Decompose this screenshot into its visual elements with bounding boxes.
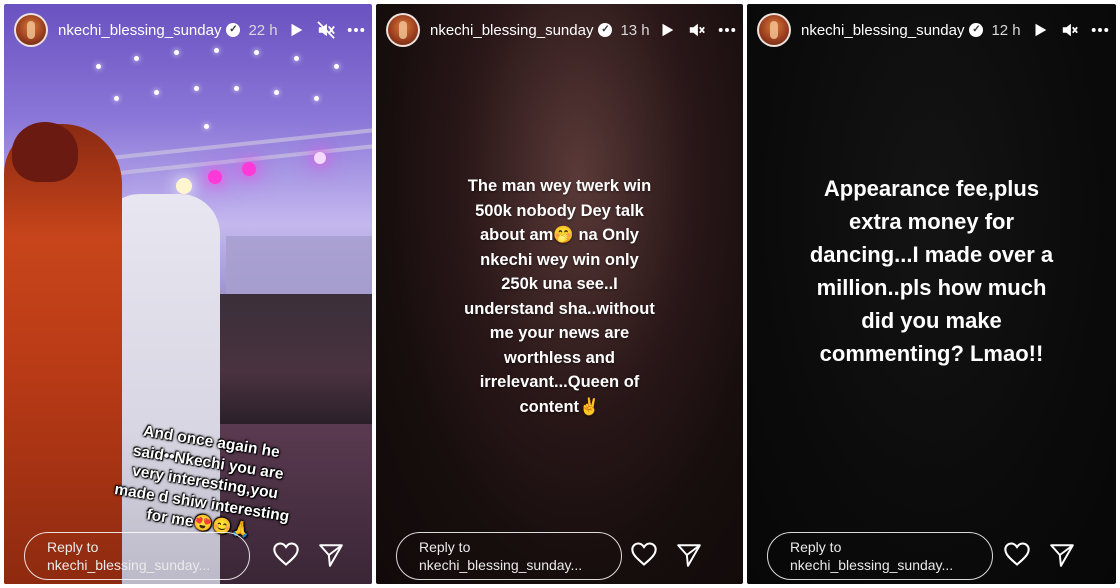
caption-line: content✌️ — [519, 397, 600, 416]
caption-line: commenting? Lmao!! — [819, 341, 1044, 366]
caption-line: worthless and — [504, 348, 615, 367]
verified-badge-icon: ✓ — [598, 23, 613, 37]
more-icon[interactable] — [1090, 20, 1110, 40]
reply-target: nkechi_blessing_sunday... — [790, 557, 954, 573]
story-footer: Reply to nkechi_blessing_sunday... — [747, 528, 1116, 584]
caption-line: dancing...I made over a — [809, 242, 1054, 267]
username[interactable]: nkechi_blessing_sunday — [58, 22, 221, 39]
send-icon[interactable] — [318, 542, 344, 568]
avatar[interactable] — [14, 13, 48, 47]
more-icon[interactable] — [717, 20, 737, 40]
avatar[interactable] — [386, 13, 420, 47]
reply-target: nkechi_blessing_sunday... — [419, 557, 583, 573]
verified-badge-icon: ✓ — [969, 23, 984, 37]
caption-line: about am🤭 na Only — [480, 226, 639, 244]
story-footer: Reply to nkechi_blessing_sunday... — [376, 528, 743, 584]
play-icon[interactable] — [657, 20, 677, 40]
play-icon[interactable] — [1030, 20, 1050, 40]
caption-line: irrelevant...Queen of — [479, 373, 640, 391]
caption-line: The man wey twerk win — [467, 177, 652, 195]
timestamp: 22 h — [248, 21, 278, 39]
heart-icon[interactable] — [272, 540, 300, 568]
story-header: nkechi_blessing_sunday ✓ 12 h — [757, 12, 1110, 48]
caption-line: Appearance fee,plus — [823, 176, 1040, 201]
caption-line: 500k nobody Dey talk — [475, 201, 644, 220]
story-header: nkechi_blessing_sunday ✓ 13 h — [386, 12, 737, 48]
send-icon[interactable] — [676, 542, 702, 568]
story-header: nkechi_blessing_sunday ✓ 22 h — [14, 12, 366, 48]
avatar[interactable] — [757, 13, 791, 47]
caption-line: extra money for — [848, 209, 1015, 234]
reply-input[interactable]: Reply to nkechi_blessing_sunday... — [767, 532, 993, 580]
caption-line: nkechi wey win only — [480, 250, 639, 269]
caption-line: did you make — [861, 308, 1002, 333]
reply-input[interactable]: Reply to nkechi_blessing_sunday... — [396, 532, 622, 580]
timestamp: 12 h — [991, 21, 1021, 39]
reply-input[interactable]: Reply to nkechi_blessing_sunday... — [24, 532, 250, 580]
reply-label: Reply to — [419, 539, 471, 555]
story-frame-2[interactable]: nkechi_blessing_sunday ✓ 13 h The man we… — [376, 4, 743, 584]
reply-target: nkechi_blessing_sunday... — [47, 557, 211, 573]
more-icon[interactable] — [346, 20, 366, 40]
caption-line: me your news are — [489, 324, 630, 342]
story-frame-1[interactable]: nkechi_blessing_sunday ✓ 22 h And once a… — [4, 4, 372, 584]
story-footer: Reply to nkechi_blessing_sunday... — [4, 528, 372, 584]
timestamp: 13 h — [620, 21, 650, 39]
story-frame-3[interactable]: nkechi_blessing_sunday ✓ 12 h Appearance… — [747, 4, 1116, 584]
caption-line: 250k una see..I — [501, 275, 618, 293]
username[interactable]: nkechi_blessing_sunday — [430, 22, 593, 39]
story-caption: Appearance fee,plus extra money for danc… — [747, 172, 1116, 370]
heart-icon[interactable] — [630, 540, 658, 568]
muted-icon[interactable] — [316, 20, 336, 40]
send-icon[interactable] — [1049, 542, 1075, 568]
muted-icon[interactable] — [687, 20, 707, 40]
reply-label: Reply to — [47, 539, 99, 555]
heart-icon[interactable] — [1003, 540, 1031, 568]
story-caption: The man wey twerk win 500k nobody Dey ta… — [376, 174, 743, 419]
play-icon[interactable] — [286, 20, 306, 40]
caption-line: understand sha..without — [464, 299, 655, 318]
reply-label: Reply to — [790, 539, 842, 555]
username[interactable]: nkechi_blessing_sunday — [801, 22, 964, 39]
caption-line: million..pls how much — [816, 275, 1047, 300]
verified-badge-icon: ✓ — [226, 23, 241, 37]
muted-icon[interactable] — [1060, 20, 1080, 40]
